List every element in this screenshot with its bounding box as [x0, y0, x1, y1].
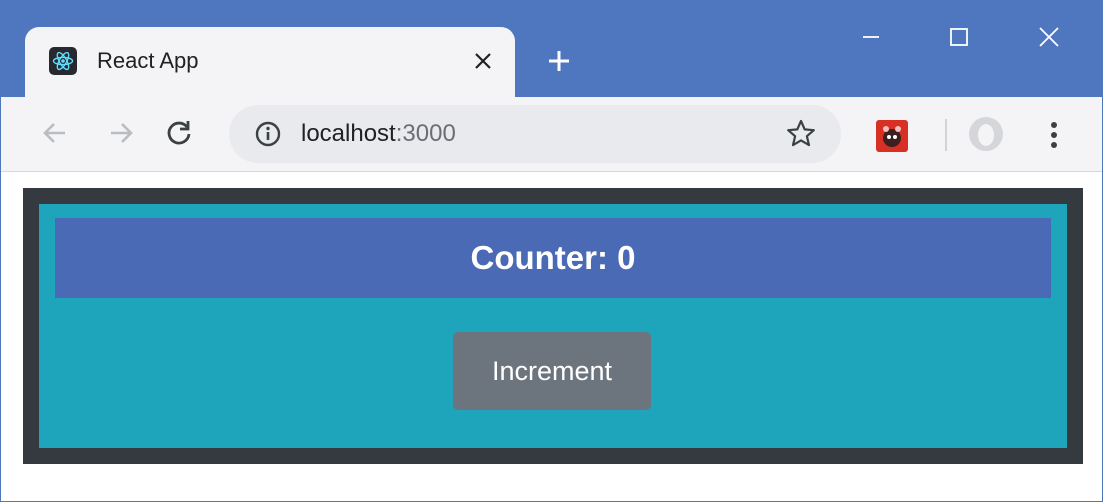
url-text[interactable]: localhost:3000 — [301, 120, 456, 148]
minimize-icon — [863, 36, 879, 38]
forward-arrow-icon — [111, 123, 133, 143]
new-tab-button[interactable] — [537, 39, 581, 83]
browser-window: React App localhost:3000 Counter: 0 Incr… — [0, 0, 1103, 502]
minimize-button[interactable] — [839, 15, 903, 59]
page-content: Counter: 0 Increment — [1, 172, 1102, 501]
tab-close-button[interactable] — [463, 41, 503, 81]
toolbar-separator — [945, 119, 947, 151]
extension-icon[interactable] — [875, 119, 909, 153]
back-arrow-icon — [43, 123, 65, 143]
react-logo-icon — [49, 47, 77, 75]
info-icon[interactable] — [255, 121, 281, 147]
close-icon — [1039, 27, 1059, 47]
title-bar: React App — [1, 1, 1102, 97]
reload-button[interactable] — [157, 111, 201, 155]
kebab-menu-icon[interactable] — [1039, 115, 1069, 155]
forward-button[interactable] — [99, 111, 143, 155]
back-button[interactable] — [33, 111, 77, 155]
plus-icon — [549, 51, 569, 71]
browser-tab[interactable]: React App — [25, 27, 515, 97]
window-close-button[interactable] — [1017, 15, 1081, 59]
browser-toolbar: localhost:3000 — [1, 97, 1102, 172]
increment-button[interactable]: Increment — [453, 332, 651, 410]
maximize-icon — [950, 28, 968, 46]
app-container: Counter: 0 Increment — [23, 188, 1083, 464]
reload-icon — [167, 121, 191, 145]
star-icon[interactable] — [785, 118, 817, 150]
close-icon — [475, 53, 491, 69]
counter-panel: Counter: 0 Increment — [39, 204, 1067, 448]
url-host: localhost — [301, 120, 396, 147]
tab-title: React App — [97, 48, 199, 73]
profile-avatar-icon[interactable] — [967, 115, 1005, 153]
url-port: :3000 — [395, 120, 456, 147]
address-bar[interactable]: localhost:3000 — [229, 105, 841, 163]
counter-display: Counter: 0 — [470, 239, 636, 276]
maximize-button[interactable] — [927, 15, 991, 59]
counter-header: Counter: 0 — [55, 218, 1051, 298]
